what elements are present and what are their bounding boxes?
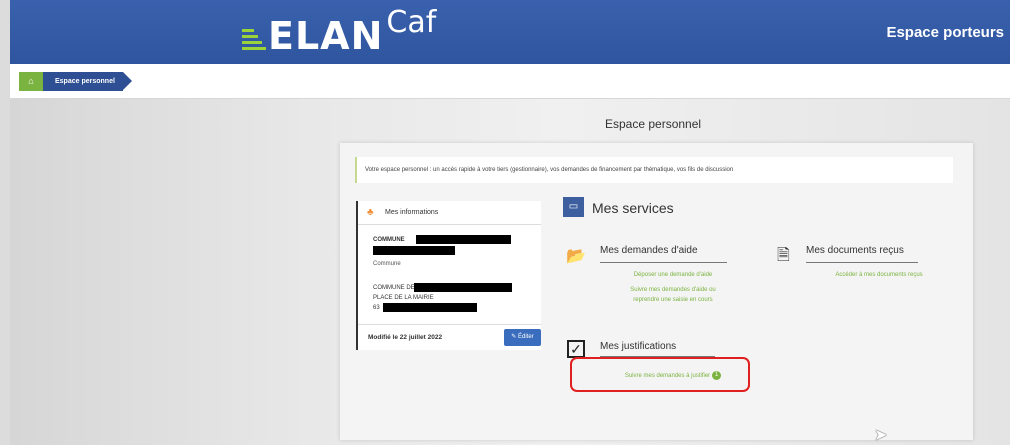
breadcrumb-item-espace-personnel[interactable]: Espace personnel bbox=[43, 72, 132, 91]
edit-button-label: Éditer bbox=[518, 334, 534, 340]
justifications-title: Mes justifications bbox=[600, 341, 677, 352]
top-header: ELAN Caf Espace porteurs bbox=[10, 0, 1010, 64]
checkbox-checked-icon: ✓ bbox=[567, 340, 585, 358]
laptop-icon: ▭ bbox=[563, 197, 584, 217]
home-icon[interactable]: ⌂ bbox=[19, 72, 43, 91]
folder-open-icon: 📂 bbox=[566, 248, 586, 265]
logo-caf-text: Caf bbox=[386, 5, 437, 40]
redaction-bar bbox=[373, 246, 455, 255]
info-card-footer: Modifié le 22 juillet 2022 ✎ Éditer bbox=[358, 324, 541, 351]
divider bbox=[806, 262, 918, 263]
aid-requests-title: Mes demandes d'aide bbox=[600, 245, 698, 256]
highlight-annotation bbox=[570, 357, 750, 392]
tier-type: Commune bbox=[373, 261, 401, 267]
link-track-aid-requests[interactable]: Suivre mes demandes d'aide ou bbox=[600, 287, 746, 293]
elan-caf-logo[interactable]: ELAN Caf bbox=[242, 4, 436, 56]
logo-elan-text: ELAN bbox=[268, 14, 384, 58]
space-label[interactable]: Espace porteurs bbox=[886, 24, 1004, 41]
divider bbox=[600, 262, 727, 263]
document-icon: 🗎 bbox=[777, 247, 790, 264]
modified-date: Modifié le 22 juillet 2022 bbox=[368, 334, 443, 341]
services-title: Mes services bbox=[592, 200, 674, 216]
info-card-title: Mes informations bbox=[385, 209, 439, 216]
documents-title: Mes documents reçus bbox=[806, 245, 904, 256]
logo-stripes bbox=[242, 29, 266, 50]
address-line-1: COMMUNE DE bbox=[373, 285, 415, 291]
info-card: ♣ Mes informations COMMUNE Commune COMMU… bbox=[356, 201, 541, 350]
link-submit-aid-request[interactable]: Déposer une demande d'aide bbox=[600, 272, 746, 278]
users-icon: ♣ bbox=[367, 207, 374, 218]
breadcrumb: ⌂ Espace personnel bbox=[10, 64, 1010, 99]
tier-name: COMMUNE bbox=[373, 237, 405, 243]
edit-button[interactable]: ✎ Éditer bbox=[504, 329, 541, 346]
redaction-bar bbox=[414, 283, 512, 292]
page-title: Espace personnel bbox=[605, 117, 702, 131]
redaction-bar bbox=[416, 235, 511, 244]
intro-text: Votre espace personnel : un accès rapide… bbox=[355, 157, 953, 183]
link-received-documents[interactable]: Accéder à mes documents reçus bbox=[806, 272, 952, 278]
postcode: 63 bbox=[373, 305, 380, 311]
redaction-bar bbox=[383, 303, 477, 312]
info-card-header: ♣ Mes informations bbox=[358, 201, 541, 225]
mouse-cursor-icon: ➤ bbox=[874, 427, 888, 444]
link-resume-entry[interactable]: reprendre une saisie en cours bbox=[600, 297, 746, 303]
address-line-2: PLACE DE LA MAIRIE bbox=[373, 295, 434, 301]
